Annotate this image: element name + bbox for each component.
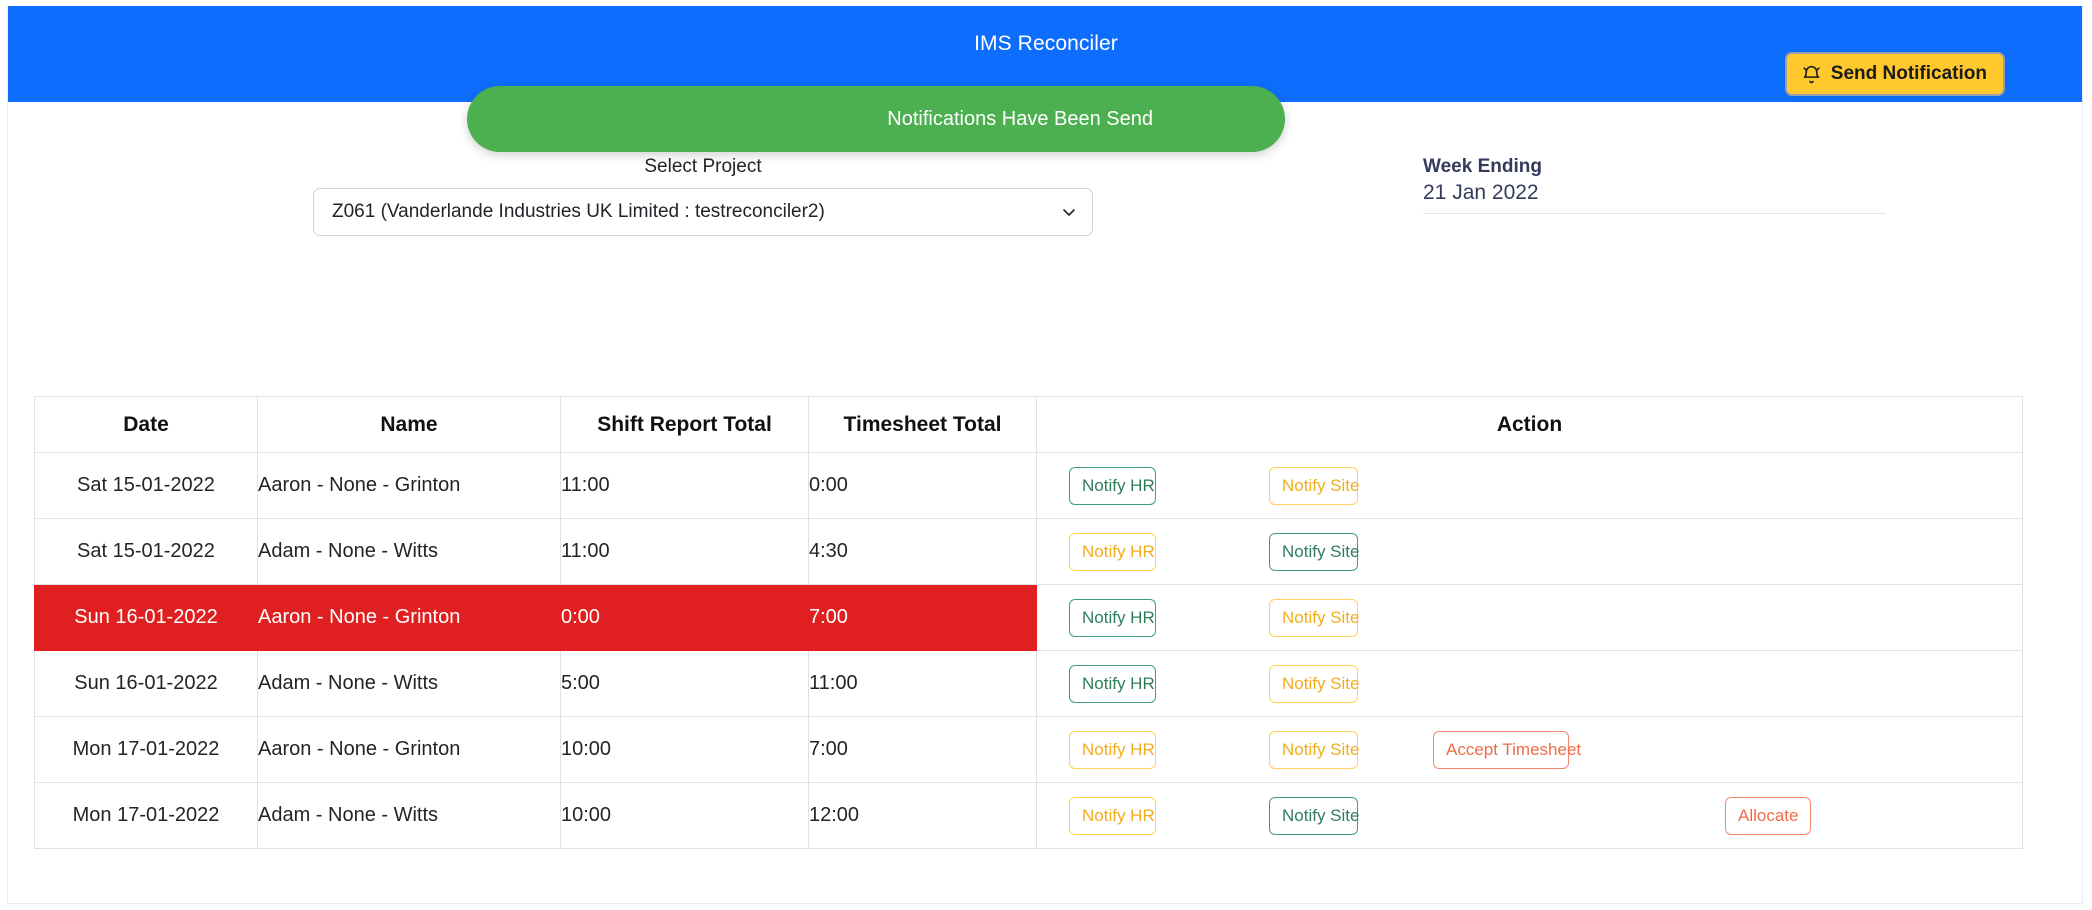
cell-timesheet-total: 11:00: [808, 650, 1037, 717]
cell-shift-total: 11:00: [560, 452, 809, 519]
table-row: Mon 17-01-2022 Adam - None - Witts 10:00 12…: [34, 782, 2023, 849]
filter-bar: Select Project Z061 (Vanderlande Industr…: [8, 156, 2082, 266]
table-row: Sun 16-01-2022 Adam - None - Witts 5:00 11:…: [34, 650, 2023, 717]
cell-shift-total: 0:00: [560, 584, 809, 651]
select-project-label: Select Project: [644, 156, 762, 177]
cell-action: Notify HR Notify Site Accept Timesheet: [1036, 716, 2023, 783]
cell-shift-total: 10:00: [560, 782, 809, 849]
page-frame: IMS Reconciler Send Notification Notific…: [7, 6, 2083, 904]
action-button-group: Notify HR Notify Site: [1037, 585, 2022, 650]
notify-site-button[interactable]: Notify Site: [1269, 598, 1359, 637]
cell-name: Adam - None - Witts: [257, 650, 561, 717]
table-row: Sat 15-01-2022 Adam - None - Witts 11:00 4:…: [34, 518, 2023, 585]
notification-toast: Notifications Have Been Send: [467, 86, 1285, 152]
cell-name: Adam - None - Witts: [257, 782, 561, 849]
notify-hr-button[interactable]: Notify HR: [1069, 664, 1156, 703]
cell-timesheet-total: 12:00: [808, 782, 1037, 849]
week-ending-value: 21 Jan 2022: [1423, 181, 1886, 214]
allocate-button[interactable]: Allocate: [1725, 796, 1811, 835]
notify-site-button[interactable]: Notify Site: [1269, 466, 1359, 505]
table-row: Mon 17-01-2022 Aaron - None - Grinton 10:0…: [34, 716, 2023, 783]
send-notification-button[interactable]: Send Notification: [1784, 52, 2005, 96]
cell-timesheet-total: 7:00: [808, 716, 1037, 783]
week-ending-label: Week Ending: [1423, 156, 1542, 177]
cell-action: Notify HR Notify Site: [1036, 452, 2023, 519]
toast-message: Notifications Have Been Send: [887, 107, 1153, 130]
notify-site-button[interactable]: Notify Site: [1269, 532, 1359, 571]
notify-hr-button[interactable]: Notify HR: [1069, 796, 1156, 835]
cell-date: Sun 16-01-2022: [34, 584, 258, 651]
table-row: Sat 15-01-2022 Aaron - None - Grinton 11:0…: [34, 452, 2023, 519]
cell-action: Notify HR Notify Site: [1036, 518, 2023, 585]
notify-hr-button[interactable]: Notify HR: [1069, 598, 1156, 637]
cell-date: Mon 17-01-2022: [34, 782, 258, 849]
send-notification-label: Send Notification: [1830, 63, 1987, 84]
notify-hr-button[interactable]: Notify HR: [1069, 730, 1156, 769]
cell-name: Aaron - None - Grinton: [257, 716, 561, 783]
action-button-group: Notify HR Notify Site Allocate: [1037, 783, 2022, 848]
notify-hr-button[interactable]: Notify HR: [1069, 532, 1156, 571]
accept-timesheet-button[interactable]: Accept Timesheet: [1433, 730, 1581, 769]
notify-hr-button[interactable]: Notify HR: [1069, 466, 1156, 505]
table-body: Sat 15-01-2022 Aaron - None - Grinton 11:0…: [34, 452, 2023, 849]
action-button-group: Notify HR Notify Site: [1037, 453, 2022, 518]
cell-timesheet-total: 0:00: [808, 452, 1037, 519]
table-row: Sun 16-01-2022 Aaron - None - Grinton 0:00…: [34, 584, 2023, 651]
notify-site-button[interactable]: Notify Site: [1269, 730, 1359, 769]
reconciliation-table-wrap: Date Name Shift Report Total Timesheet T…: [34, 396, 2023, 849]
cell-shift-total: 11:00: [560, 518, 809, 585]
cell-shift-total: 10:00: [560, 716, 809, 783]
cell-action: Notify HR Notify Site Allocate: [1036, 782, 2023, 849]
cell-timesheet-total: 4:30: [808, 518, 1037, 585]
cell-action: Notify HR Notify Site: [1036, 584, 2023, 651]
reconciliation-table: Date Name Shift Report Total Timesheet T…: [34, 396, 2023, 849]
column-header-timesheet-total: Timesheet Total: [808, 396, 1037, 453]
action-button-group: Notify HR Notify Site Accept Timesheet: [1037, 717, 2022, 782]
action-button-group: Notify HR Notify Site: [1037, 651, 2022, 716]
notify-site-button[interactable]: Notify Site: [1269, 796, 1359, 835]
column-header-shift-report: Shift Report Total: [560, 396, 809, 453]
cell-name: Adam - None - Witts: [257, 518, 561, 585]
table-head: Date Name Shift Report Total Timesheet T…: [34, 396, 2023, 453]
cell-date: Sun 16-01-2022: [34, 650, 258, 717]
cell-date: Sat 15-01-2022: [34, 452, 258, 519]
cell-name: Aaron - None - Grinton: [257, 584, 561, 651]
action-button-group: Notify HR Notify Site: [1037, 519, 2022, 584]
cell-date: Mon 17-01-2022: [34, 716, 258, 783]
column-header-action: Action: [1036, 396, 2023, 453]
column-header-name: Name: [257, 396, 561, 453]
bell-icon: [1801, 64, 1822, 85]
cell-name: Aaron - None - Grinton: [257, 452, 561, 519]
table-header-row: Date Name Shift Report Total Timesheet T…: [34, 396, 2023, 453]
notify-site-button[interactable]: Notify Site: [1269, 664, 1359, 703]
cell-shift-total: 5:00: [560, 650, 809, 717]
project-select-group: Select Project Z061 (Vanderlande Industr…: [313, 156, 1093, 236]
cell-action: Notify HR Notify Site: [1036, 650, 2023, 717]
project-select[interactable]: Z061 (Vanderlande Industries UK Limited …: [313, 188, 1093, 236]
project-select-wrap: Z061 (Vanderlande Industries UK Limited …: [313, 188, 1093, 236]
cell-date: Sat 15-01-2022: [34, 518, 258, 585]
week-ending-group: Week Ending 21 Jan 2022: [1423, 156, 1893, 214]
cell-timesheet-total: 7:00: [808, 584, 1037, 651]
column-header-date: Date: [34, 396, 258, 453]
